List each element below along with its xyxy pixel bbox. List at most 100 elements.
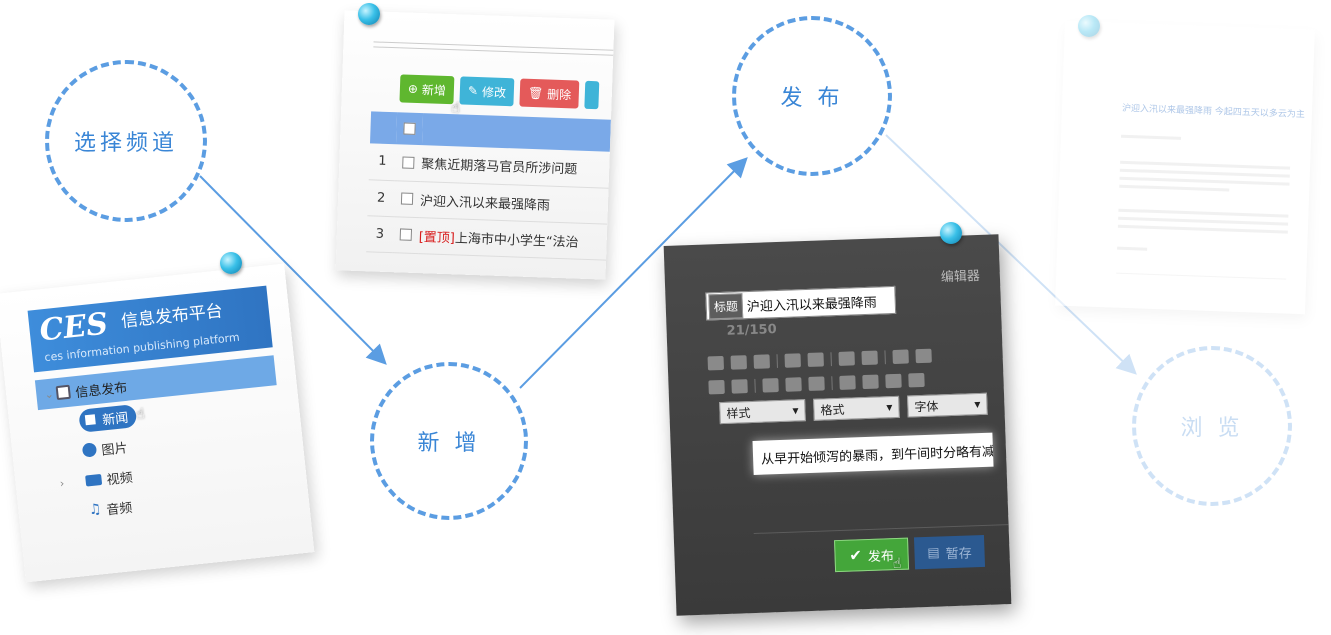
add-button[interactable]: ⊕ 新增 — [399, 74, 455, 105]
blockquote-icon[interactable] — [808, 376, 825, 391]
list-topbar — [373, 41, 614, 56]
step-label: 发 布 — [780, 86, 844, 111]
trash-icon: 🗑 — [527, 85, 544, 101]
preview-footer — [1116, 272, 1287, 280]
edit-button[interactable]: ✎ 修改 — [459, 76, 515, 107]
outdent-icon[interactable] — [762, 378, 779, 393]
title-field-value: 沪迎入汛以来最强降雨 — [746, 295, 878, 315]
music-icon: ♫ — [87, 501, 103, 519]
editor-label: 编辑器 — [940, 268, 981, 286]
indent-icon[interactable] — [785, 377, 802, 392]
redo-icon[interactable] — [807, 352, 824, 367]
hand-cursor-icon: ☝ — [892, 555, 902, 573]
more-button[interactable] — [584, 80, 600, 110]
editor-toolbar-row-2 — [708, 372, 925, 395]
char-counter: 21/150 — [726, 322, 777, 339]
step-browse: 浏 览 — [1132, 346, 1292, 506]
editor-toolbar-row-1 — [707, 348, 932, 371]
edit-button-label: 修改 — [481, 84, 507, 100]
row-number: 3 — [366, 215, 394, 253]
find-icon[interactable] — [838, 351, 855, 366]
align-right-icon[interactable] — [885, 373, 902, 389]
preview-text-line — [1118, 208, 1289, 218]
row-checkbox[interactable] — [392, 216, 420, 254]
tree-item-label: 音频 — [105, 500, 134, 519]
chevron-right-icon[interactable]: › — [59, 476, 65, 489]
selected-channel[interactable]: 新闻 — [78, 403, 138, 433]
preview-text-line — [1117, 224, 1288, 234]
chevron-down-icon[interactable]: ⌄ — [44, 387, 55, 401]
pin-icon — [1078, 15, 1100, 37]
numbered-list-icon[interactable] — [708, 379, 725, 395]
delete-button-label: 删除 — [546, 86, 572, 102]
paste-word-icon[interactable] — [753, 354, 770, 369]
article-list-card: ⊕ 新增 ✎ 修改 🗑 删除 1 聚焦近期落马官员所涉问题 2 沪迎入汛以来最强… — [335, 10, 615, 280]
preview-title: 沪迎入汛以来最强降雨 今起四五天以多云为主 — [1121, 103, 1305, 121]
align-left-icon[interactable] — [839, 375, 856, 390]
channel-tree: ⌄ 信息发布 新闻 ☝ 图片 › 视频 ♫ 音频 — [34, 355, 289, 529]
news-icon — [82, 412, 98, 428]
style-select[interactable]: 样式 ▾ — [719, 399, 806, 425]
plus-circle-icon: ⊕ — [407, 81, 419, 96]
step-add: 新 增 — [370, 362, 528, 520]
publish-button-label: 发布 — [867, 548, 895, 565]
tree-item-label: 新闻 — [101, 410, 130, 428]
toolbar-divider — [776, 354, 778, 369]
align-center-icon[interactable] — [862, 374, 879, 390]
row-number: 2 — [367, 179, 395, 217]
toolbar-divider — [884, 350, 886, 365]
video-icon — [85, 473, 103, 487]
paste-icon[interactable] — [707, 355, 725, 371]
check-icon: ✔ — [848, 546, 863, 565]
pencil-icon: ✎ — [467, 83, 479, 99]
style-select-label: 样式 — [726, 405, 751, 421]
spellcheck-icon[interactable] — [915, 348, 932, 364]
hand-cursor-icon: ☝ — [135, 406, 146, 423]
save-draft-button[interactable]: ▤ 暂存 — [913, 534, 986, 570]
preview-text-line — [1117, 246, 1148, 251]
document-icon — [55, 384, 71, 401]
preview-text-line — [1120, 160, 1291, 170]
tree-item-label: 视频 — [105, 470, 134, 488]
draft-icon: ▤ — [927, 545, 940, 561]
brand-name: 信息发布平台 — [120, 301, 224, 332]
format-select[interactable]: 格式 ▾ — [813, 395, 900, 421]
row-checkbox[interactable] — [393, 180, 421, 218]
pin-icon — [220, 252, 242, 274]
save-draft-label: 暂存 — [945, 545, 972, 562]
editor-divider — [753, 523, 1012, 534]
preview-text-line — [1118, 216, 1289, 226]
editor-card: 编辑器 标题 沪迎入汛以来最强降雨 21/150 样式 ▾ 格式 ▾ 字体 ▾ … — [663, 234, 1012, 616]
hand-cursor-icon: ☝ — [450, 100, 461, 117]
tree-root-label: 信息发布 — [74, 380, 128, 401]
paste-text-icon[interactable] — [730, 355, 747, 370]
pin-icon — [358, 3, 380, 25]
header-num — [369, 111, 398, 145]
format-select-label: 格式 — [820, 402, 845, 418]
row-checkbox[interactable] — [394, 144, 422, 182]
toolbar-divider — [754, 378, 756, 393]
row-number: 1 — [368, 143, 396, 181]
article-table: 1 聚焦近期落马官员所涉问题 2 沪迎入汛以来最强降雨 3 [置顶]上海市中小学… — [366, 111, 611, 260]
preview-card: 沪迎入汛以来最强降雨 今起四五天以多云为主 — [1055, 20, 1315, 315]
replace-icon[interactable] — [861, 350, 878, 366]
add-button-label: 新增 — [421, 82, 447, 98]
step-label: 新 增 — [417, 431, 481, 456]
preview-text-line — [1119, 184, 1230, 192]
select-all-icon[interactable] — [892, 349, 909, 365]
bulleted-list-icon[interactable] — [731, 379, 748, 394]
font-select-label: 字体 — [914, 398, 939, 414]
editor-content[interactable]: 从早开始倾泻的暴雨，到午间时分略有减弱 — [752, 432, 994, 475]
ces-logo: CES — [37, 306, 110, 349]
justify-icon[interactable] — [908, 372, 925, 388]
font-select[interactable]: 字体 ▾ — [907, 392, 988, 418]
table-row[interactable]: 3 [置顶]上海市中小学生“法治 — [366, 215, 608, 260]
row-title[interactable]: [置顶]上海市中小学生“法治 — [418, 217, 608, 260]
undo-icon[interactable] — [784, 353, 801, 368]
delete-button[interactable]: 🗑 删除 — [519, 78, 580, 109]
preview-text-line — [1119, 176, 1290, 186]
step-select-channel: 选择频道 — [45, 60, 207, 222]
chevron-down-icon: ▾ — [792, 403, 799, 418]
title-field[interactable]: 标题 沪迎入汛以来最强降雨 — [705, 285, 897, 321]
select-all-checkbox[interactable] — [395, 112, 424, 146]
